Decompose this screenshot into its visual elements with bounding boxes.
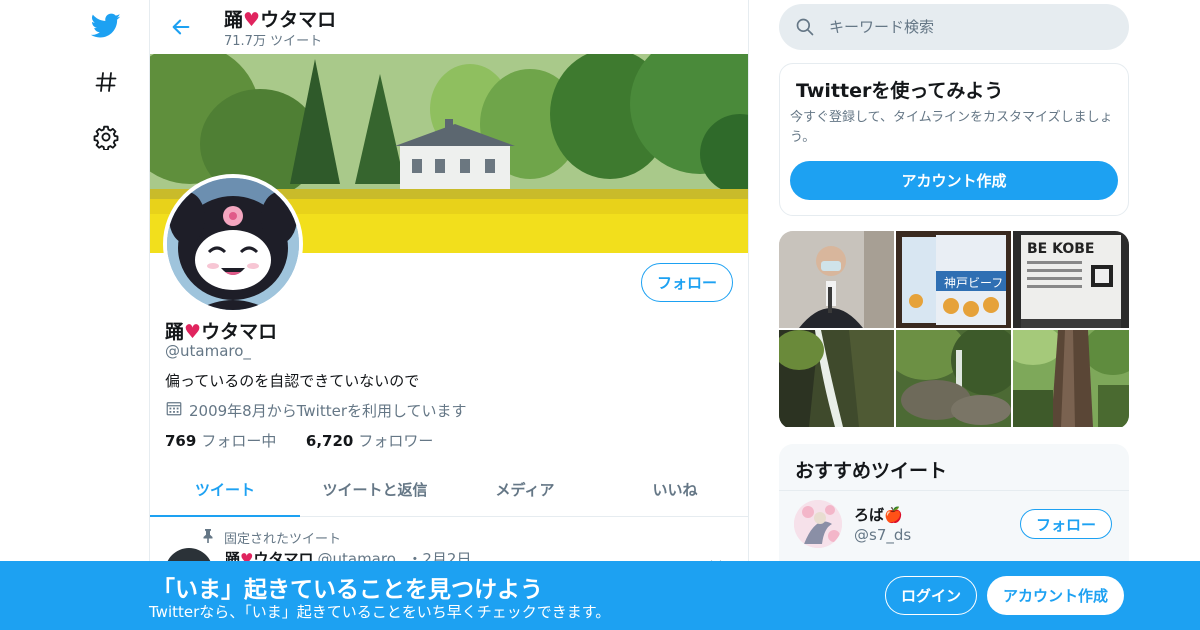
search-box [779, 4, 1129, 50]
bottom-headline: 「いま」起きていることを見つけよう [152, 577, 543, 603]
recommended-title: おすすめツイート [795, 460, 948, 482]
apple-icon: 🍎 [884, 506, 903, 524]
login-button[interactable]: ログイン [885, 576, 977, 615]
recommended-user-name[interactable]: ろば🍎 [854, 504, 903, 525]
svg-text:BE KOBE: BE KOBE [1027, 241, 1094, 257]
media-thumbnail[interactable] [779, 330, 894, 427]
tab-tweets[interactable]: ツイート [150, 462, 300, 517]
media-thumbnail[interactable] [896, 330, 1011, 427]
heart-icon: ♥ [243, 9, 261, 31]
user-avatar[interactable] [794, 500, 842, 548]
profile-header: 踊♥ウタマロ 71.7万 ツイート [150, 0, 748, 54]
create-account-button[interactable]: アカウント作成 [987, 576, 1124, 615]
media-thumbnail[interactable] [1013, 330, 1129, 427]
joined-text: 2009年8月からTwitterを利用しています [189, 401, 467, 420]
media-thumbnail[interactable]: BE KOBE [1013, 231, 1129, 328]
tab-likes[interactable]: いいね [600, 462, 748, 516]
tweet-count: 71.7万 ツイート [224, 34, 323, 49]
hashtag-icon[interactable] [90, 66, 122, 98]
tab-media[interactable]: メディア [450, 462, 600, 516]
left-nav [82, 0, 130, 630]
bottom-subtext: Twitterなら、「いま」起きていることをいち早くチェックできます。 [149, 603, 611, 621]
twitter-logo-icon[interactable] [90, 10, 122, 42]
signup-title: Twitterを使ってみよう [796, 80, 1004, 102]
media-thumbnail[interactable]: 神戸ビーフ [896, 231, 1011, 328]
profile-stats: 769 フォロー中 6,720 フォロワー [165, 430, 433, 451]
back-arrow-icon[interactable] [168, 14, 194, 40]
gear-icon[interactable] [90, 121, 122, 153]
search-icon [795, 17, 815, 41]
calendar-icon [165, 399, 183, 421]
recommended-user-handle: @s7_ds [854, 526, 912, 544]
divider [779, 490, 1129, 491]
profile-name: 踊♥ウタマロ [165, 321, 278, 343]
following-link[interactable]: 769 フォロー中 [165, 432, 276, 450]
profile-bio: 偏っているのを自認できていないので [165, 372, 420, 390]
header-name: 踊♥ウタマロ [224, 9, 337, 31]
search-input[interactable] [829, 12, 1109, 42]
svg-text:神戸ビーフ: 神戸ビーフ [944, 276, 1003, 290]
follow-button[interactable]: フォロー [1020, 509, 1112, 539]
media-grid: 神戸ビーフ BE KOBE [779, 231, 1129, 429]
profile-tabs: ツイート ツイートと返信 メディア いいね [150, 462, 748, 517]
bottom-signup-bar: 「いま」起きていることを見つけよう Twitterなら、「いま」起きていることを… [0, 561, 1200, 630]
pinned-label: 固定されたツイート [202, 528, 341, 547]
profile-joined: 2009年8月からTwitterを利用しています [165, 399, 467, 421]
signup-card: Twitterを使ってみよう 今すぐ登録して、タイムラインをカスタマイズしましょ… [779, 63, 1129, 216]
followers-link[interactable]: 6,720 フォロワー [306, 432, 433, 450]
signup-description: 今すぐ登録して、タイムラインをカスタマイズしましょう。 [790, 110, 1113, 145]
profile-avatar[interactable] [163, 174, 303, 314]
pin-icon [202, 528, 214, 547]
tab-tweets-and-replies[interactable]: ツイートと返信 [300, 462, 450, 516]
profile-handle: @utamaro_ [165, 342, 251, 360]
main-column: 踊♥ウタマロ 71.7万 ツイート フォロー 踊♥ウタマロ @utamaro_ … [149, 0, 749, 630]
heart-icon: ♥ [184, 321, 202, 343]
create-account-button[interactable]: アカウント作成 [790, 161, 1118, 200]
follow-button[interactable]: フォロー [641, 263, 733, 302]
media-thumbnail[interactable] [779, 231, 894, 328]
